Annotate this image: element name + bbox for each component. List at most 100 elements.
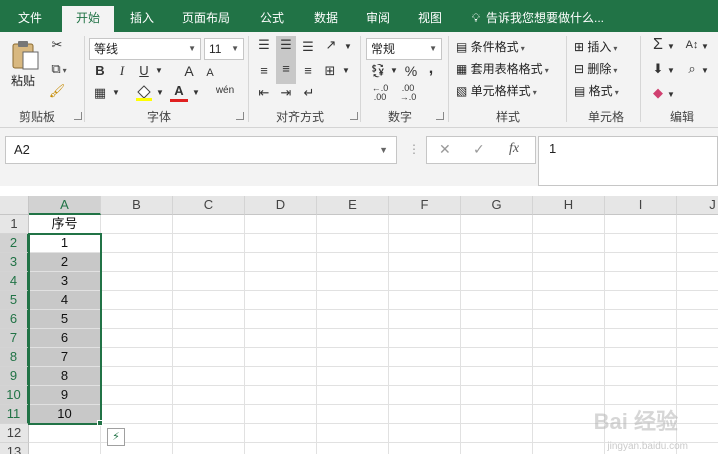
tab-insert[interactable]: 插入 — [120, 6, 164, 32]
cell-J8[interactable] — [677, 348, 718, 367]
tab-review[interactable]: 审阅 — [356, 6, 400, 32]
row-header-7[interactable]: 7 — [0, 329, 29, 348]
cell-A7[interactable]: 6 — [29, 329, 101, 348]
cell-C8[interactable] — [173, 348, 245, 367]
align-center-icon[interactable]: ≡ — [276, 60, 296, 84]
cell-A2[interactable]: 1 — [29, 234, 101, 253]
cell-C6[interactable] — [173, 310, 245, 329]
column-header-I[interactable]: I — [605, 196, 677, 215]
cell-I1[interactable] — [605, 215, 677, 234]
cell-H10[interactable] — [533, 386, 605, 405]
cell-E5[interactable] — [317, 291, 389, 310]
cell-I9[interactable] — [605, 367, 677, 386]
resize-handle-icon[interactable]: ⋮ — [408, 142, 420, 156]
alignment-launcher-icon[interactable] — [350, 112, 358, 120]
cell-B8[interactable] — [101, 348, 173, 367]
bold-button[interactable]: B — [92, 62, 108, 80]
cell-C10[interactable] — [173, 386, 245, 405]
font-name-select[interactable]: 等线 ▼ — [89, 38, 201, 60]
row-header-5[interactable]: 5 — [0, 291, 29, 310]
cell-F1[interactable] — [389, 215, 461, 234]
cell-I5[interactable] — [605, 291, 677, 310]
cell-C7[interactable] — [173, 329, 245, 348]
enter-icon[interactable]: ✓ — [473, 141, 485, 158]
cell-styles-button[interactable]: ▧ 单元格样式 ▾ — [456, 82, 537, 102]
cell-D4[interactable] — [245, 272, 317, 291]
select-all-corner[interactable] — [0, 196, 29, 215]
formula-input[interactable]: 1 — [538, 136, 718, 186]
cell-I4[interactable] — [605, 272, 677, 291]
cell-D5[interactable] — [245, 291, 317, 310]
row-header-8[interactable]: 8 — [0, 348, 29, 367]
cell-A9[interactable]: 8 — [29, 367, 101, 386]
decrease-indent-icon[interactable]: ⇤ — [254, 84, 274, 102]
format-as-table-button[interactable]: ▦ 套用表格格式 ▾ — [456, 60, 549, 80]
chevron-down-icon[interactable]: ▼ — [152, 62, 166, 80]
tab-data[interactable]: 数据 — [304, 6, 348, 32]
column-header-D[interactable]: D — [245, 196, 317, 215]
cell-D12[interactable] — [245, 424, 317, 443]
cell-B3[interactable] — [101, 253, 173, 272]
cell-D11[interactable] — [245, 405, 317, 424]
cell-B2[interactable] — [101, 234, 173, 253]
cell-H4[interactable] — [533, 272, 605, 291]
chevron-down-icon[interactable]: ▼ — [110, 84, 122, 102]
cell-C3[interactable] — [173, 253, 245, 272]
font-size-select[interactable]: 11 ▼ — [204, 38, 244, 60]
paste-button[interactable]: 粘贴 — [8, 38, 42, 96]
cell-F4[interactable] — [389, 272, 461, 291]
cell-H7[interactable] — [533, 329, 605, 348]
fill-handle[interactable] — [97, 420, 103, 426]
cell-C12[interactable] — [173, 424, 245, 443]
cell-J4[interactable] — [677, 272, 718, 291]
cell-D9[interactable] — [245, 367, 317, 386]
cell-G12[interactable] — [461, 424, 533, 443]
cell-D13[interactable] — [245, 443, 317, 454]
wrap-text-icon[interactable]: ↵ — [298, 84, 320, 102]
cell-I10[interactable] — [605, 386, 677, 405]
tab-formulas[interactable]: 公式 — [250, 6, 294, 32]
underline-button[interactable]: U — [136, 62, 152, 80]
number-launcher-icon[interactable] — [436, 112, 444, 120]
cell-I8[interactable] — [605, 348, 677, 367]
cell-A4[interactable]: 3 — [29, 272, 101, 291]
chevron-down-icon[interactable]: ▼ — [700, 38, 710, 56]
increase-decimal-icon[interactable]: ←.0.00 — [368, 84, 392, 102]
autosum-icon[interactable]: Σ — [648, 36, 668, 54]
cell-D10[interactable] — [245, 386, 317, 405]
row-header-9[interactable]: 9 — [0, 367, 29, 386]
find-select-icon[interactable]: ⌕ — [682, 60, 702, 78]
italic-button[interactable]: I — [114, 62, 130, 80]
cell-C2[interactable] — [173, 234, 245, 253]
cell-J10[interactable] — [677, 386, 718, 405]
chevron-down-icon[interactable]: ▼ — [342, 38, 354, 56]
cell-J6[interactable] — [677, 310, 718, 329]
row-header-3[interactable]: 3 — [0, 253, 29, 272]
shrink-font-button[interactable]: A — [202, 64, 218, 82]
orientation-icon[interactable]: ↗ — [320, 36, 342, 54]
cancel-icon[interactable]: ✕ — [439, 141, 451, 158]
conditional-formatting-button[interactable]: ▤ 条件格式 ▾ — [456, 38, 525, 58]
insert-function-icon[interactable]: fx — [509, 141, 519, 157]
column-header-C[interactable]: C — [173, 196, 245, 215]
align-middle-icon[interactable]: ☰ — [276, 36, 296, 60]
cell-J5[interactable] — [677, 291, 718, 310]
cell-I7[interactable] — [605, 329, 677, 348]
chevron-down-icon[interactable]: ▼ — [666, 86, 676, 104]
cell-A3[interactable]: 2 — [29, 253, 101, 272]
cell-E11[interactable] — [317, 405, 389, 424]
cell-B11[interactable] — [101, 405, 173, 424]
column-header-G[interactable]: G — [461, 196, 533, 215]
worksheet-grid[interactable]: A B C D E F G H I J 1 序号 2 1 3 2 4 3 5 4 6 5 7 6 8 7 9 8 10 9 11 10 12 13… — [0, 196, 718, 454]
row-header-11[interactable]: 11 — [0, 405, 29, 424]
cell-J11[interactable] — [677, 405, 718, 424]
cell-E6[interactable] — [317, 310, 389, 329]
cell-G11[interactable] — [461, 405, 533, 424]
chevron-down-icon[interactable]: ▼ — [666, 38, 676, 56]
cell-J1[interactable] — [677, 215, 718, 234]
format-cells-button[interactable]: ▤ 格式 ▾ — [574, 82, 619, 102]
align-top-icon[interactable]: ☰ — [254, 36, 274, 54]
cell-A12[interactable] — [29, 424, 101, 443]
tell-me-box[interactable]: 💡︎ 告诉我您想要做什么... — [470, 6, 604, 32]
cell-E12[interactable] — [317, 424, 389, 443]
